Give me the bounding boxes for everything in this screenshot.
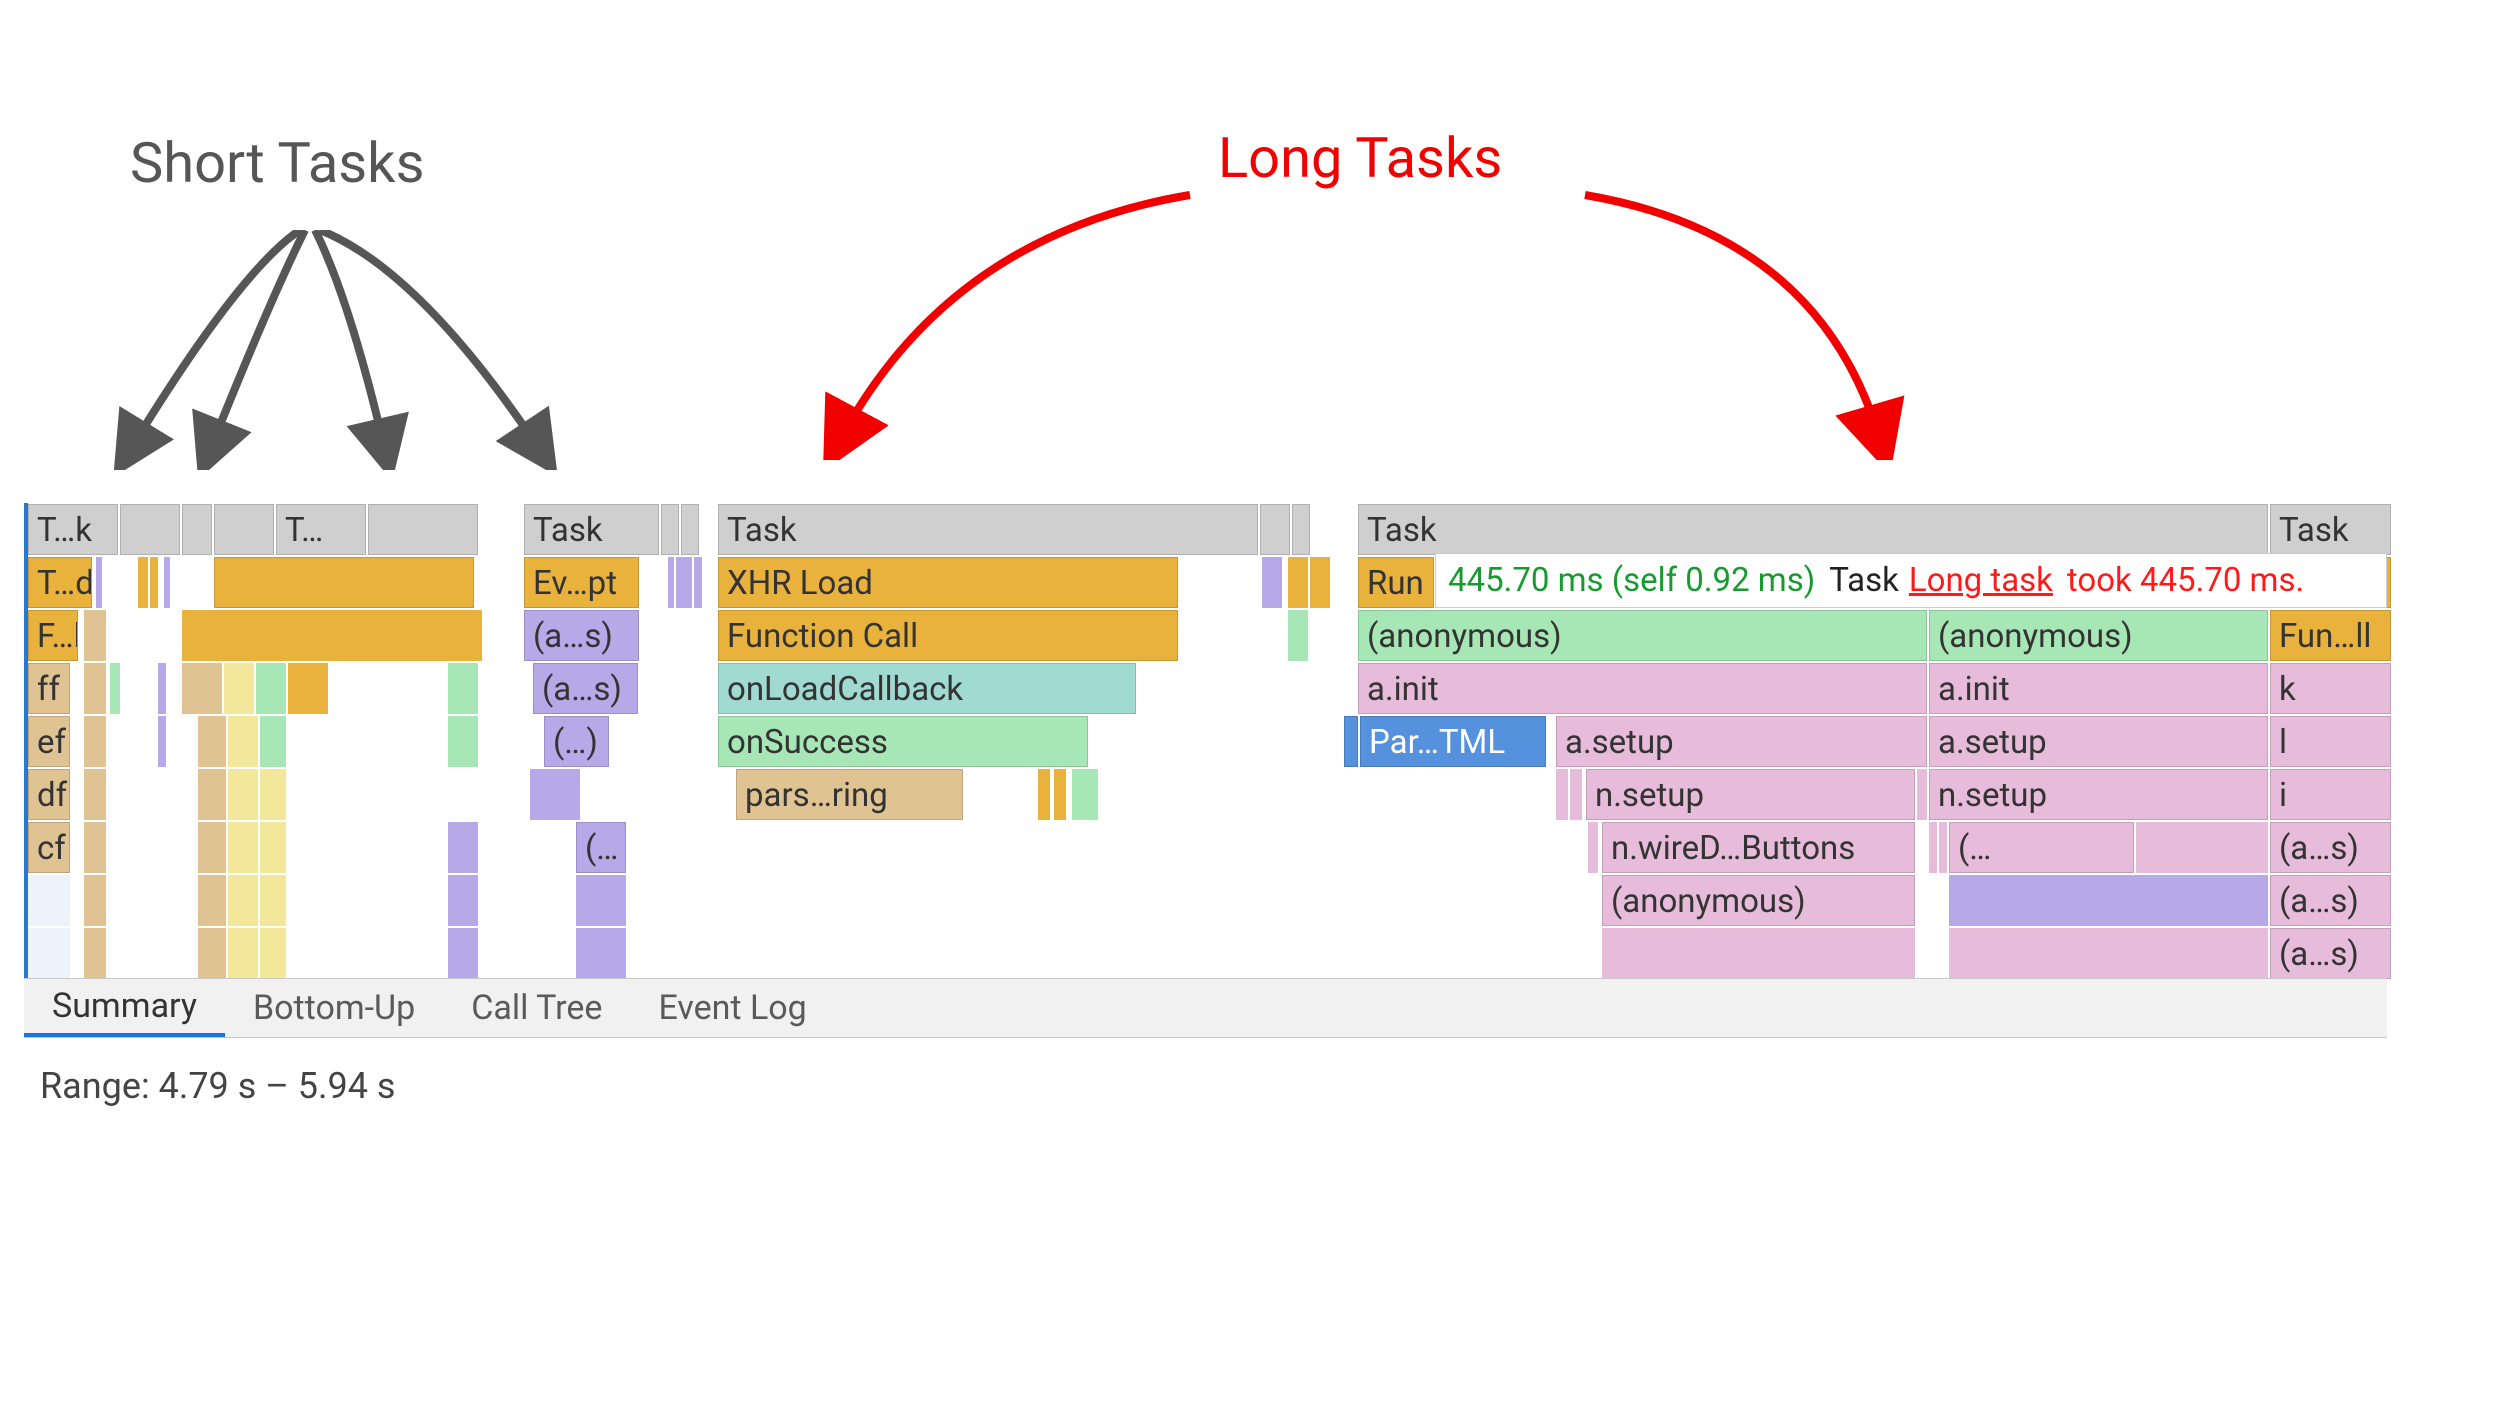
anon-bar[interactable]: (…) [544,716,609,767]
task-bar[interactable]: T… [276,504,366,555]
short-tasks-annotation: Short Tasks [130,130,424,196]
parse-bar[interactable]: pars…ring [736,769,963,820]
tooltip-long-link[interactable]: Long task [1909,561,2053,600]
task-bar[interactable]: T…k [28,504,118,555]
call-bar[interactable]: cf [28,822,70,873]
call-bar[interactable]: k [2270,663,2391,714]
call-bar[interactable]: F…l [28,610,78,661]
flame-row: (anonymous) (a…s) [28,874,2387,927]
nsetup-bar[interactable]: n.setup [1929,769,2268,820]
anon-bar[interactable]: (… [1949,822,2134,873]
flame-row: T…k T… Task Task Task Task [28,503,2387,556]
nwire-bar[interactable]: n.wireD…Buttons [1602,822,1915,873]
task-bar[interactable] [368,504,478,555]
flame-row: ef (…) onSuccess Par…TML a.setup a.setup… [28,715,2387,768]
asetup-bar[interactable]: a.setup [1556,716,1927,767]
function-call-bar[interactable]: Function Call [718,610,1178,661]
call-bar[interactable] [214,557,474,608]
call-bar[interactable]: Run [1358,557,1434,608]
task-bar[interactable] [661,504,679,555]
call-bar[interactable]: ef [28,716,70,767]
anon-bar[interactable]: (a…s) [2270,822,2391,873]
tooltip-took: took 445.70 ms. [2067,561,2304,600]
tooltip-time: 445.70 ms (self 0.92 ms) [1448,561,1815,600]
anon-bar[interactable]: (anonymous) [1929,610,2268,661]
tab-summary[interactable]: Summary [24,979,225,1037]
anon-bar[interactable]: (anonymous) [1602,875,1915,926]
asetup-bar[interactable]: a.setup [1929,716,2268,767]
tab-event-log[interactable]: Event Log [630,979,834,1037]
task-bar[interactable] [120,504,180,555]
short-tasks-arrows-icon [90,230,570,470]
long-task-tooltip: 445.70 ms (self 0.92 ms) Task Long task … [1435,553,2387,608]
anon-bar[interactable]: (a…s) [524,610,639,661]
tab-bottom-up[interactable]: Bottom-Up [225,979,443,1037]
call-bar[interactable]: Ev…pt [524,557,639,608]
onload-bar[interactable]: onLoadCallback [718,663,1136,714]
anon-bar[interactable]: (a…s) [533,663,638,714]
task-bar[interactable] [1260,504,1290,555]
task-bar[interactable]: Task [718,504,1258,555]
call-bar[interactable] [28,928,70,979]
anon-bar[interactable]: (a…s) [2270,928,2391,979]
flame-row: F…l (a…s) Function Call (anonymous) (ano… [28,609,2387,662]
flame-row: (a…s) [28,927,2387,980]
task-bar[interactable]: Task [1358,504,2268,555]
flame-row: cf (… n.wireD…Buttons (… (a…s) [28,821,2387,874]
anon-bar[interactable]: (anonymous) [1358,610,1927,661]
anon-bar[interactable]: (… [576,822,626,873]
call-bar[interactable]: Fun…ll [2270,610,2391,661]
task-bar[interactable] [214,504,274,555]
task-bar[interactable]: Task [524,504,659,555]
task-bar[interactable] [1292,504,1310,555]
call-bar[interactable]: i [2270,769,2391,820]
call-bar[interactable] [1344,716,1358,767]
task-bar[interactable]: Task [2270,504,2391,555]
call-bar[interactable] [28,875,70,926]
flame-row: df pars…ring n.setup n.setup i [28,768,2387,821]
ainit-bar[interactable]: a.init [1929,663,2268,714]
call-bar[interactable]: l [2270,716,2391,767]
tooltip-label: Task [1829,561,1899,600]
task-bar[interactable] [681,504,699,555]
call-bar[interactable]: T…d [28,557,92,608]
anon-bar[interactable]: (a…s) [2270,875,2391,926]
task-bar[interactable] [182,504,212,555]
flame-row: ff (a…s) onLoadCallback a.init a.init k [28,662,2387,715]
call-bar[interactable]: ff [28,663,70,714]
range-label: Range: 4.79 s – 5.94 s [40,1065,395,1107]
call-bar[interactable]: df [28,769,70,820]
parse-html-bar[interactable]: Par…TML [1360,716,1546,767]
onsuccess-bar[interactable]: onSuccess [718,716,1088,767]
long-tasks-arrows-icon [800,155,1920,460]
tab-call-tree[interactable]: Call Tree [443,979,630,1037]
xhr-load-bar[interactable]: XHR Load [718,557,1178,608]
ainit-bar[interactable]: a.init [1358,663,1927,714]
nsetup-bar[interactable]: n.setup [1586,769,1915,820]
details-tabs: Summary Bottom-Up Call Tree Event Log [24,978,2387,1038]
